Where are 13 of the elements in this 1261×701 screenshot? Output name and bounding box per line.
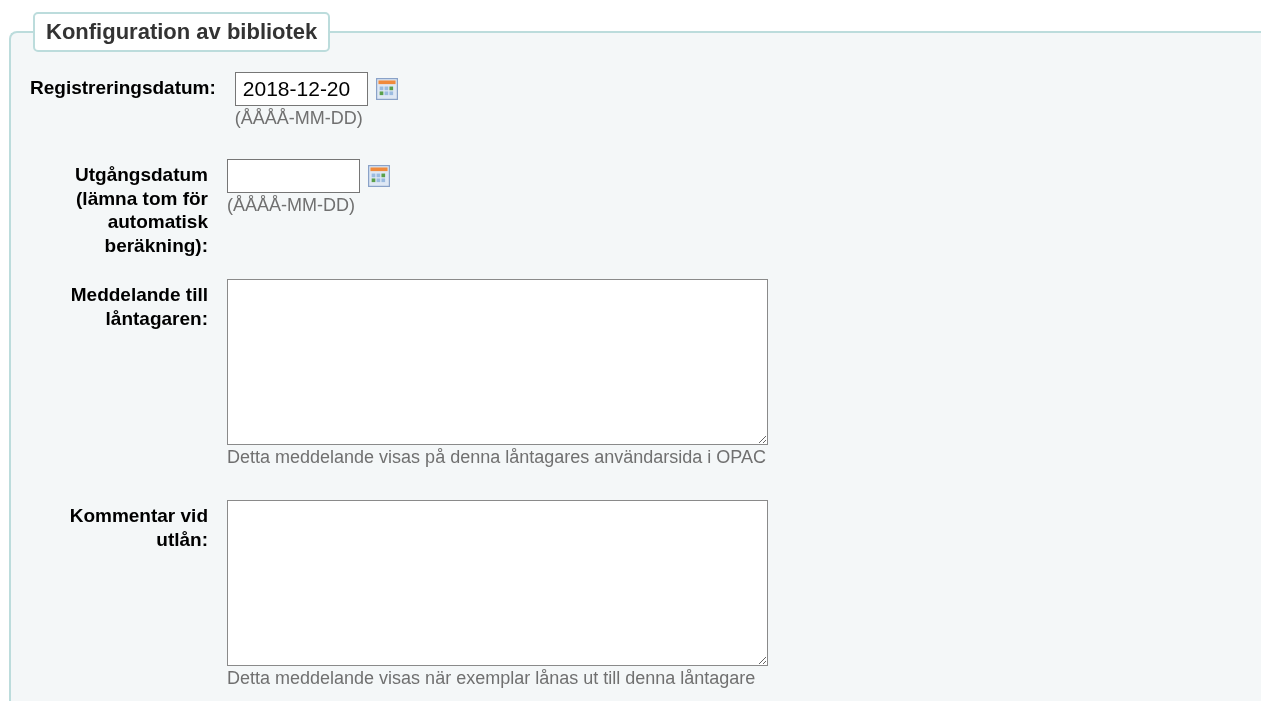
field-label: Meddelande till låntagaren: [69, 283, 208, 330]
field-hint: Detta meddelande visas när exemplar lånas ut till denna låntagare [227, 668, 757, 688]
calendar-icon[interactable] [368, 165, 390, 187]
field-hint: Detta meddelande visas på denna låntagares användarsida i OPAC [227, 447, 767, 467]
field-label: Utgångsdatum (lämna tom för automatisk beräkning): [74, 163, 208, 257]
field-label: Kommentar vid utlån: [68, 504, 208, 551]
field-hint: (ÅÅÅÅ-MM-DD) [227, 195, 356, 215]
date-field[interactable]: 2018-12-20 [234, 72, 368, 106]
panel-legend: Konfiguration av bibliotek [33, 12, 331, 52]
calendar-icon[interactable] [375, 78, 398, 100]
field-hint: (ÅÅÅÅ-MM-DD) [234, 108, 364, 128]
date-field[interactable] [227, 159, 360, 193]
field-label: Registreringsdatum: [30, 76, 216, 100]
